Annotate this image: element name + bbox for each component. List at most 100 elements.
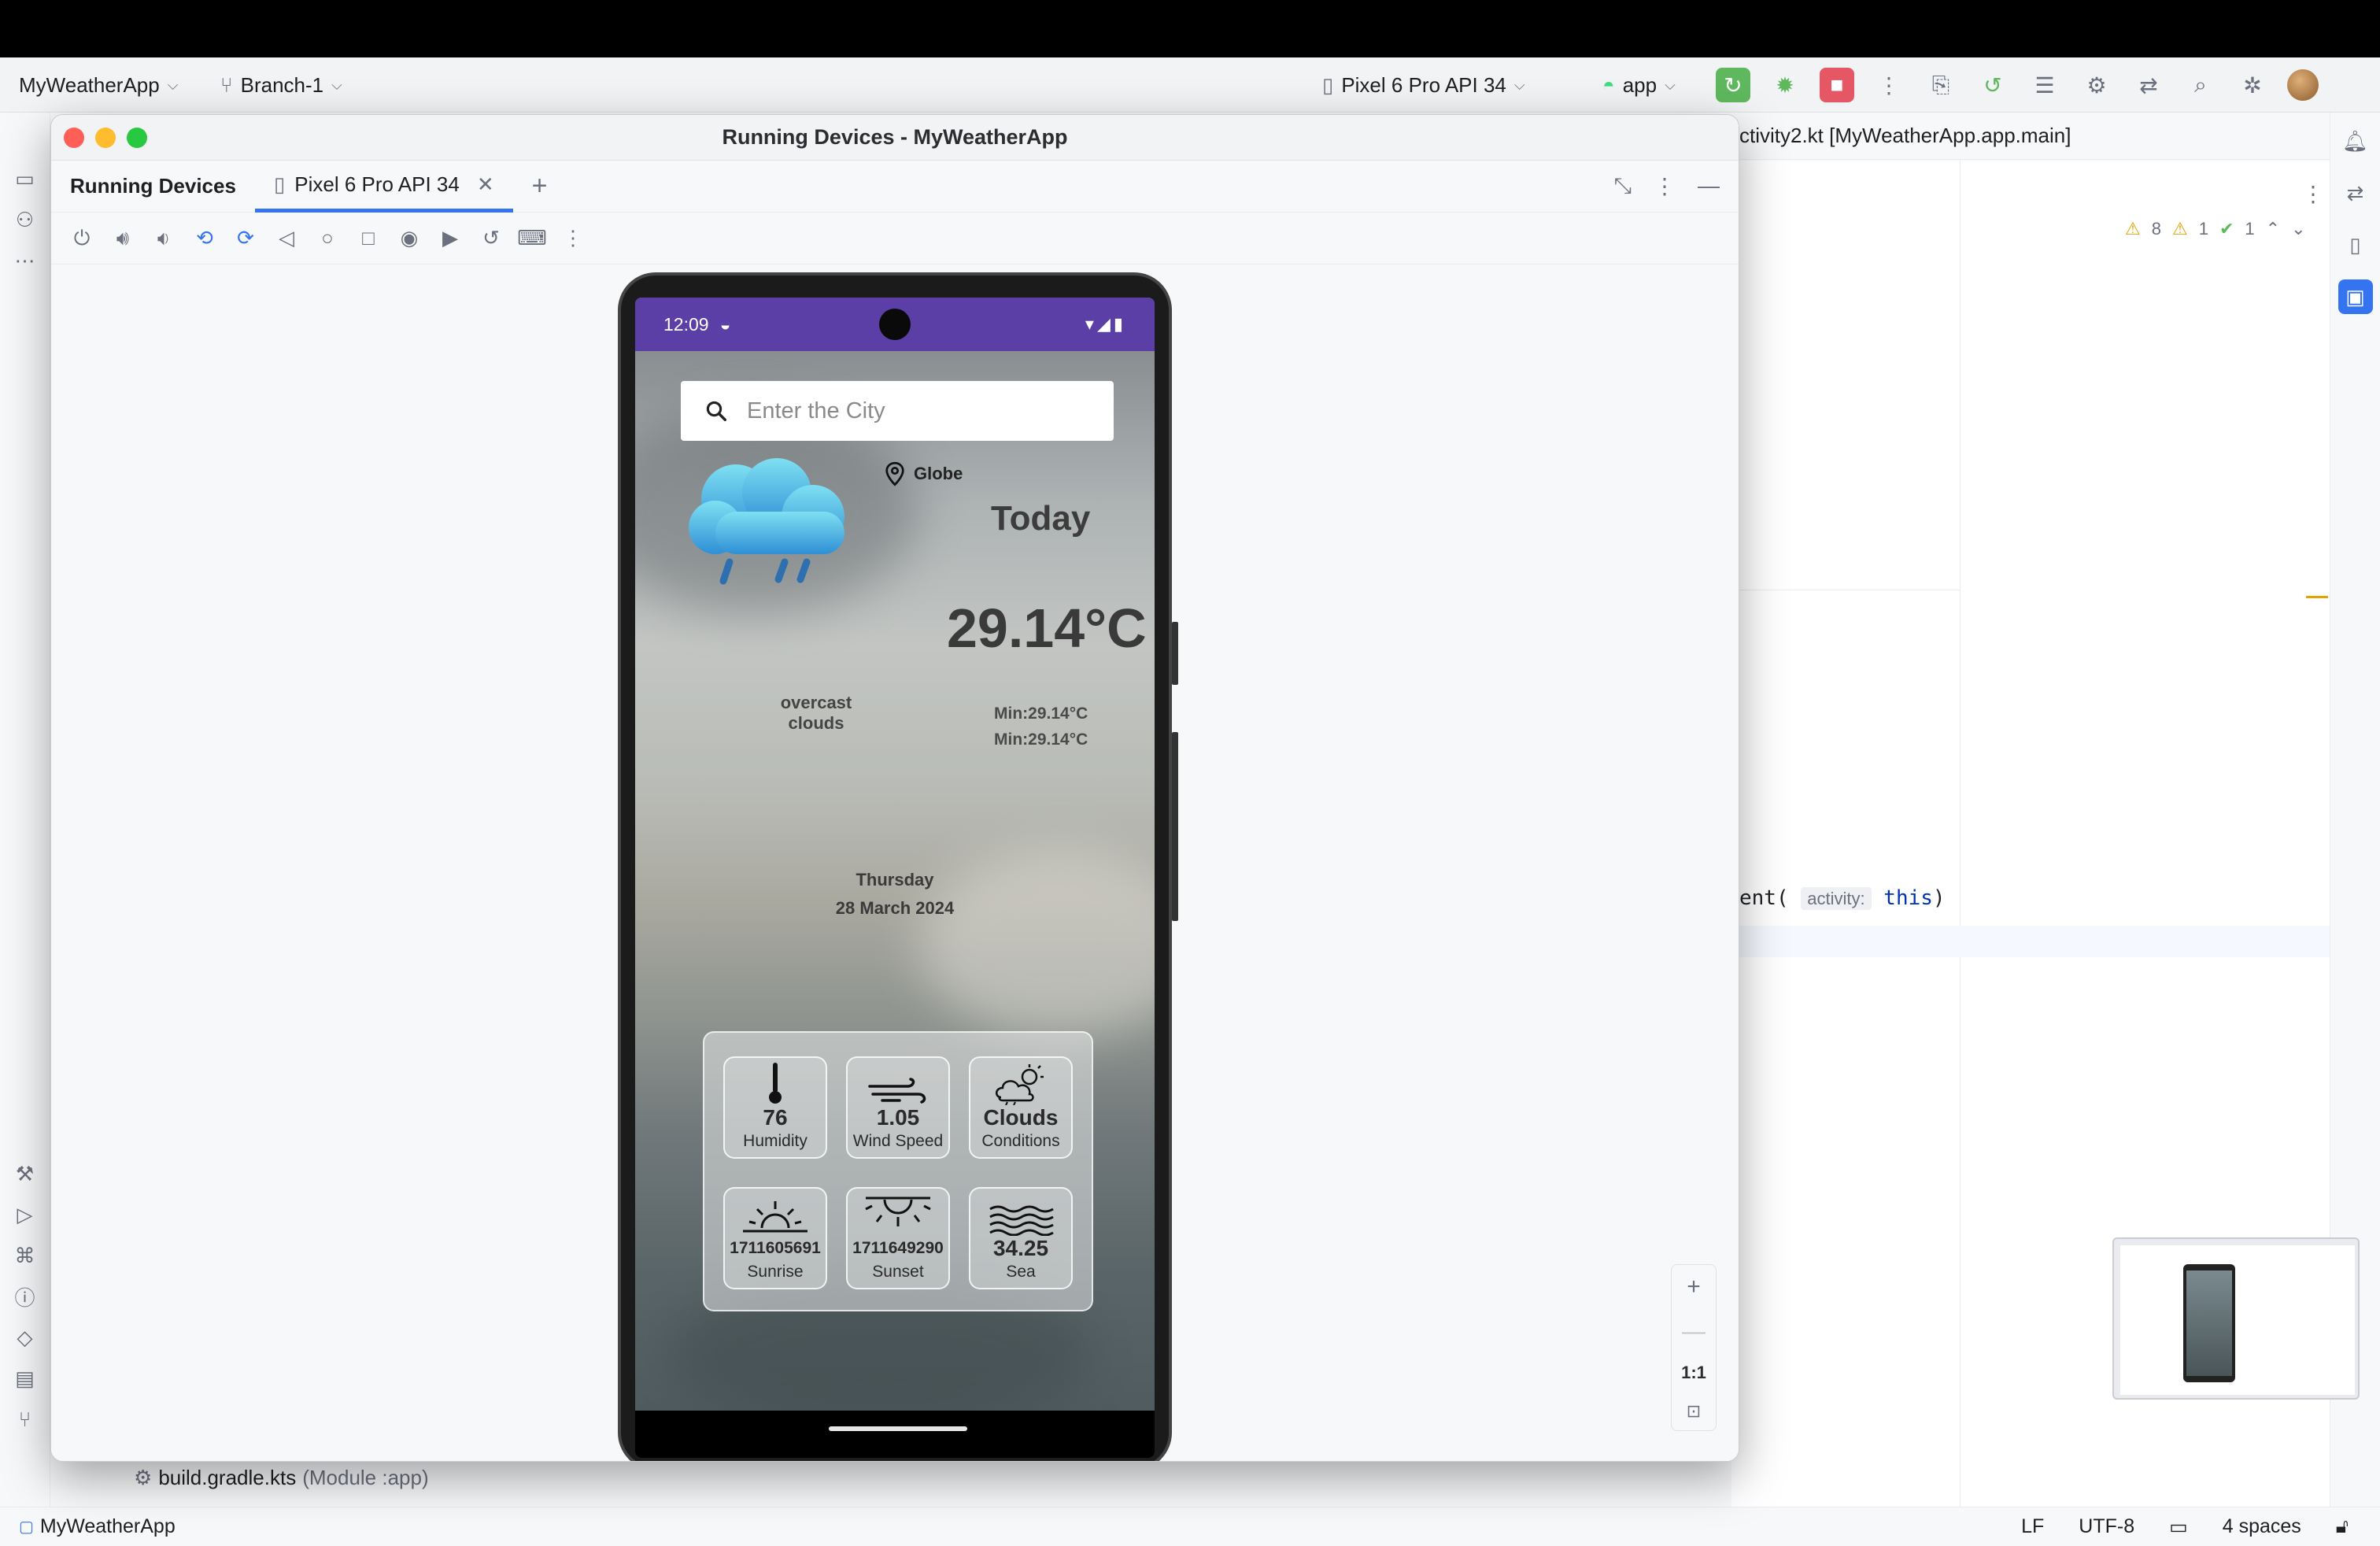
rain-cloud-icon bbox=[689, 458, 844, 585]
indent-setting[interactable]: 4 spaces bbox=[2223, 1515, 2301, 1539]
device-manager-icon[interactable]: ▯ bbox=[2338, 227, 2373, 262]
volume-down-icon[interactable]: 🔉︎ bbox=[152, 226, 176, 250]
branch-selector[interactable]: ⑂ Branch-1 ⌵ bbox=[220, 57, 342, 113]
window-controls bbox=[64, 128, 147, 148]
city-search-field[interactable] bbox=[681, 381, 1114, 441]
stop-button[interactable]: ■ bbox=[1820, 68, 1854, 102]
minimize-icon[interactable]: — bbox=[1698, 173, 1720, 199]
add-device-icon[interactable]: + bbox=[513, 161, 567, 213]
reset-icon[interactable]: ↺ bbox=[479, 226, 503, 250]
volume-up-icon[interactable]: 🔊︎ bbox=[111, 226, 135, 250]
device-selector[interactable]: ▯ Pixel 6 Pro API 34 ⌵ bbox=[1322, 57, 1525, 113]
screen-record-icon[interactable]: ▶ bbox=[438, 226, 462, 250]
condition-line-2: clouds bbox=[788, 713, 844, 733]
minimize-window-button[interactable] bbox=[95, 128, 116, 148]
run-config-name: app bbox=[1622, 72, 1658, 97]
project-selector[interactable]: MyWeatherApp ⌵ bbox=[19, 57, 178, 113]
app-inspection-icon[interactable]: ⌘ bbox=[8, 1238, 42, 1273]
min-temp-line-2: Min:29.14°C bbox=[994, 730, 1088, 749]
build-icon[interactable]: ⚒ bbox=[8, 1156, 42, 1191]
line-separator[interactable]: LF bbox=[2021, 1515, 2044, 1539]
profiler-icon[interactable]: ⚙ bbox=[2079, 68, 2114, 102]
more-icon[interactable]: ⋮ bbox=[1872, 68, 1906, 102]
gradle-icon[interactable]: ⇄ bbox=[2338, 176, 2373, 210]
keyboard-icon[interactable]: ⌨ bbox=[517, 226, 547, 250]
sea-level-label: Sea bbox=[1006, 1263, 1036, 1281]
settings-gear-icon[interactable]: ✲ bbox=[2235, 68, 2270, 102]
gesture-handle[interactable] bbox=[829, 1426, 967, 1431]
window-thumbnail[interactable] bbox=[2112, 1237, 2360, 1400]
tab-pixel-6-pro[interactable]: ▯ Pixel 6 Pro API 34 ✕ bbox=[254, 161, 513, 213]
conditions-value: Clouds bbox=[983, 1105, 1059, 1130]
resource-manager-icon[interactable]: ⚇ bbox=[8, 202, 42, 237]
file-encoding[interactable]: UTF-8 bbox=[2079, 1515, 2134, 1539]
phone-screen[interactable]: 12:09 ◒ ▾◢▮ Globe bbox=[635, 298, 1155, 1458]
sunrise-card: 1711605691 Sunrise bbox=[723, 1187, 827, 1289]
current-line-highlight bbox=[1731, 926, 2330, 957]
overview-icon[interactable]: □ bbox=[357, 226, 380, 250]
close-window-button[interactable] bbox=[64, 128, 84, 148]
rotate-left-icon[interactable]: ⟲ bbox=[193, 226, 216, 250]
chevron-down-icon[interactable]: ⌄ bbox=[2291, 219, 2305, 239]
code-keyword: this bbox=[1883, 886, 1933, 910]
location-pin-icon bbox=[885, 461, 904, 486]
maximize-window-button[interactable] bbox=[127, 128, 147, 148]
project-view-icon[interactable]: ▭ bbox=[8, 161, 42, 196]
thumbnail-screen bbox=[2186, 1270, 2232, 1376]
device-icon: ▯ bbox=[273, 172, 286, 196]
run-tool-icon[interactable]: ▷ bbox=[8, 1197, 42, 1232]
zoom-actual-size-button[interactable]: 1:1 bbox=[1681, 1363, 1706, 1383]
chevron-down-icon: ⌵ bbox=[331, 76, 342, 93]
project-tree-item[interactable]: ⚙ build.gradle.kts (Module :app) bbox=[134, 1466, 429, 1490]
apply-code-changes-icon[interactable]: ↺ bbox=[1975, 68, 2010, 102]
status-project-name[interactable]: MyWeatherApp bbox=[40, 1515, 176, 1538]
window-title-bar[interactable]: Running Devices - MyWeatherApp bbox=[51, 115, 1739, 161]
zoom-in-button[interactable]: + bbox=[1687, 1274, 1701, 1300]
sunset-value: 1711649290 bbox=[852, 1239, 944, 1257]
device-controls-toolbar: ⏻ 🔊︎ 🔉︎ ⟲ ⟳ ◁ ○ □ ◉ ▶ ↺ ⌨ ⋮ bbox=[51, 213, 1739, 264]
weather-details-panel: 76 Humidity 1.05 Wind Speed Clouds Condi… bbox=[703, 1031, 1093, 1311]
more-tools-icon[interactable]: ⋯ bbox=[8, 243, 42, 278]
chevron-up-icon[interactable]: ⌃ bbox=[2266, 219, 2280, 239]
close-icon[interactable]: ✕ bbox=[477, 172, 494, 197]
screenshot-icon[interactable]: ◉ bbox=[397, 226, 421, 250]
lock-icon[interactable]: 🔓︎ bbox=[2336, 1515, 2349, 1539]
gradle-file-icon: ⚙ bbox=[134, 1466, 153, 1489]
rerun-button[interactable]: ↻ bbox=[1716, 68, 1750, 102]
comment-icon[interactable]: ▭ bbox=[2169, 1515, 2188, 1539]
problems-icon[interactable]: ⓘ bbox=[8, 1279, 42, 1314]
running-devices-icon[interactable]: ▣ bbox=[2338, 279, 2373, 314]
logcat-icon[interactable]: ☰ bbox=[2027, 68, 2062, 102]
sunrise-value: 1711605691 bbox=[730, 1239, 821, 1257]
running-devices-tabbar: Running Devices ▯ Pixel 6 Pro API 34 ✕ +… bbox=[51, 161, 1739, 213]
code-suffix: ) bbox=[1932, 886, 1946, 910]
search-icon[interactable]: ⌕ bbox=[2183, 68, 2218, 102]
run-config-selector[interactable]: ◓ app ⌵ bbox=[1602, 57, 1676, 113]
notifications-icon[interactable]: 🔔︎ bbox=[2338, 124, 2373, 158]
options-icon[interactable]: ⋮ bbox=[1654, 173, 1676, 199]
inspection-widget[interactable]: ⚠ 8 ⚠ 1 ✔ 1 ⌃ ⌄ bbox=[2125, 219, 2306, 239]
search-input[interactable] bbox=[747, 398, 1093, 424]
fit-screen-icon[interactable]: ⊡ bbox=[1687, 1401, 1701, 1422]
panel-title: Running Devices bbox=[70, 174, 236, 198]
avatar[interactable] bbox=[2287, 69, 2319, 101]
zoom-out-button[interactable]: — bbox=[1682, 1319, 1706, 1345]
gradle-sync-icon[interactable]: ⇄ bbox=[2131, 68, 2166, 102]
scroll-marker bbox=[2306, 596, 2328, 598]
weak-warning-count: 1 bbox=[2198, 219, 2208, 239]
collapse-icon[interactable]: ⤡ bbox=[1614, 173, 1632, 199]
wind-speed-card: 1.05 Wind Speed bbox=[846, 1056, 950, 1159]
editor-more-icon[interactable]: ⋮ bbox=[2302, 181, 2324, 207]
gem-icon[interactable]: ◇ bbox=[8, 1320, 42, 1355]
debug-button[interactable]: ✹ bbox=[1768, 68, 1802, 102]
editor-tab[interactable]: ctivity2.kt [MyWeatherApp.app.main] bbox=[1731, 113, 2330, 160]
apply-changes-icon[interactable]: ⎘ bbox=[1924, 68, 1958, 102]
full-date: 28 March 2024 bbox=[835, 898, 955, 918]
terminal-icon[interactable]: ▤ bbox=[8, 1361, 42, 1396]
git-icon[interactable]: ⑂ bbox=[8, 1402, 42, 1437]
back-icon[interactable]: ◁ bbox=[275, 226, 298, 250]
more-icon[interactable]: ⋮ bbox=[561, 226, 585, 250]
power-icon[interactable]: ⏻ bbox=[70, 226, 94, 250]
rotate-right-icon[interactable]: ⟳ bbox=[234, 226, 257, 250]
home-icon[interactable]: ○ bbox=[316, 226, 339, 250]
